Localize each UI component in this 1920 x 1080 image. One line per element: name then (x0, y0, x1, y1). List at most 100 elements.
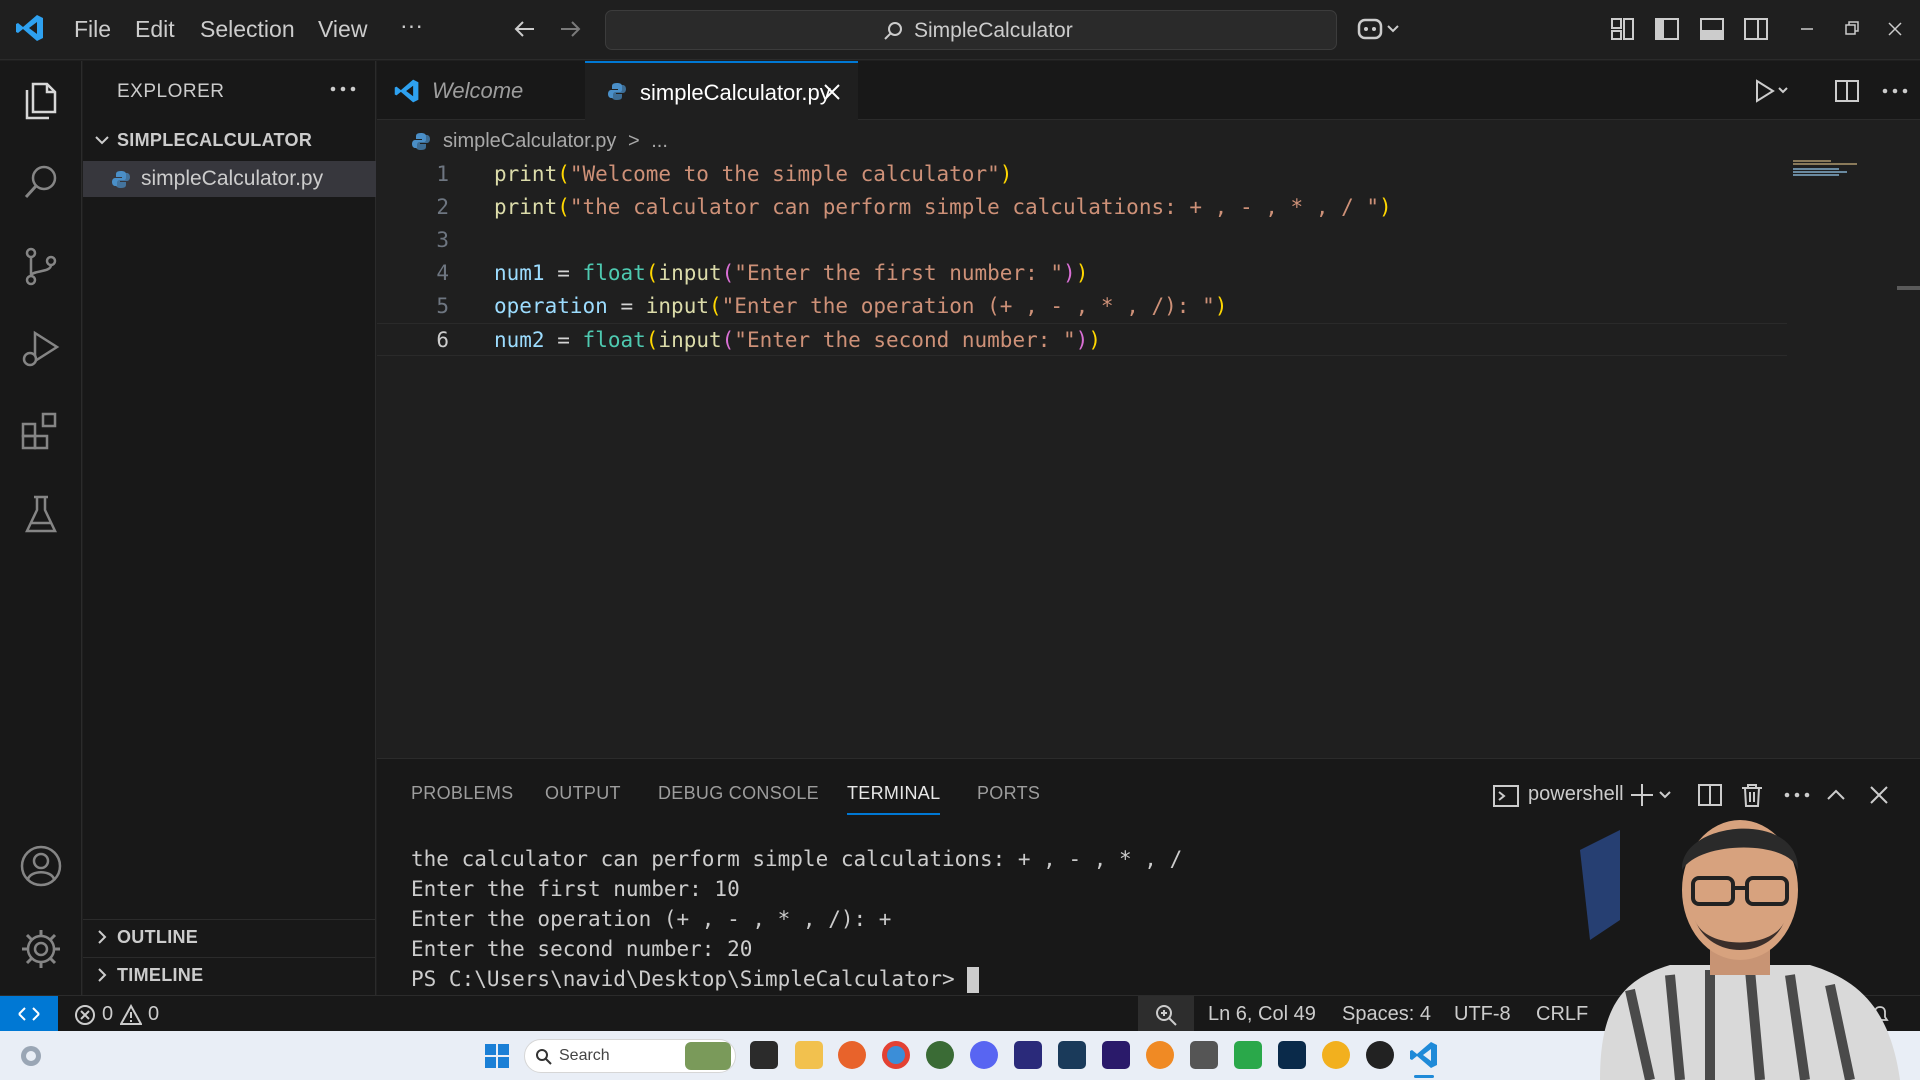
tab-ports[interactable]: PORTS (977, 783, 1040, 804)
restore-icon[interactable] (1836, 14, 1866, 44)
windows-start-icon[interactable] (484, 1043, 510, 1069)
files-icon[interactable] (19, 78, 63, 122)
taskbar-app-discord[interactable] (970, 1041, 998, 1069)
menu-more[interactable]: ··· (400, 12, 423, 39)
chevron-down-icon (95, 136, 109, 145)
menu-selection[interactable]: Selection (200, 16, 295, 43)
code-line[interactable]: 5 operation = input("Enter the operation… (377, 290, 1787, 323)
close-window-icon[interactable] (1880, 14, 1910, 44)
forward-arrow-icon[interactable] (555, 14, 585, 44)
widgets-icon[interactable] (18, 1043, 44, 1069)
activity-bar (0, 61, 82, 995)
toggle-secondary-sidebar-icon[interactable] (1741, 14, 1771, 44)
zoom-icon (1156, 1005, 1177, 1026)
taskbar-app-obs[interactable] (1366, 1041, 1394, 1069)
cursor-position[interactable]: Ln 6, Col 49 (1208, 1003, 1316, 1026)
toggle-sidebar-icon[interactable] (1652, 14, 1682, 44)
taskbar-app-vscode[interactable] (1408, 1039, 1440, 1071)
taskbar-app-emoji[interactable] (1322, 1041, 1350, 1069)
taskbar-app-terminal[interactable] (750, 1041, 778, 1069)
account-icon[interactable] (19, 844, 63, 888)
minimap[interactable] (1791, 158, 1869, 178)
outline-label: OUTLINE (117, 927, 199, 947)
terminal-line: the calculator can perform simple calcul… (411, 847, 1183, 871)
remote-indicator[interactable] (0, 996, 58, 1032)
taskbar-app-file-explorer[interactable] (795, 1041, 823, 1069)
outline-section-header[interactable]: OUTLINE (83, 919, 376, 953)
tab-output[interactable]: OUTPUT (545, 783, 621, 804)
taskbar-app-xbox[interactable] (926, 1041, 954, 1069)
timeline-section-header[interactable]: TIMELINE (83, 957, 376, 991)
extensions-icon[interactable] (19, 410, 63, 454)
terminal-prompt: PS C:\Users\navid\Desktop\SimpleCalculat… (411, 967, 955, 991)
gear-icon[interactable] (19, 927, 63, 971)
customize-layout-icon[interactable] (1608, 14, 1638, 44)
tab-file-label: simpleCalculator.py (640, 80, 831, 105)
back-arrow-icon[interactable] (510, 14, 540, 44)
taskbar-app-premiere[interactable] (1014, 1041, 1042, 1069)
terminal-line: Enter the first number: 10 (411, 877, 740, 901)
breadcrumb-file[interactable]: simpleCalculator.py (443, 130, 616, 152)
tab-simplecalculator[interactable]: simpleCalculator.py (585, 61, 858, 121)
timeline-label: TIMELINE (117, 965, 204, 985)
menu-file[interactable]: File (74, 16, 111, 43)
tab-terminal[interactable]: TERMINAL (847, 783, 941, 815)
chevron-right-icon (98, 930, 107, 944)
taskbar-app-media-encoder[interactable] (1102, 1041, 1130, 1069)
indentation[interactable]: Spaces: 4 (1342, 1003, 1431, 1026)
code-line[interactable]: 3 (377, 224, 1787, 257)
code-line[interactable]: 4 num1 = float(input("Enter the first nu… (377, 257, 1787, 290)
breadcrumb-rest[interactable]: ... (651, 130, 668, 152)
menu-view[interactable]: View (318, 16, 367, 43)
code-editor[interactable]: simpleCalculator.py > ... 1 print("Welco… (377, 120, 1920, 758)
code-line-current[interactable]: 6 num2 = float(input("Enter the second n… (377, 323, 1787, 356)
file-tree-item[interactable]: simpleCalculator.py (83, 161, 376, 197)
source-control-icon[interactable] (19, 244, 63, 288)
line-number: 6 (436, 328, 449, 352)
encoding[interactable]: UTF-8 (1454, 1003, 1511, 1026)
tab-welcome[interactable]: Welcome (377, 61, 584, 120)
menu-edit[interactable]: Edit (135, 16, 175, 43)
taskbar-app-photoshop[interactable] (1278, 1041, 1306, 1069)
taskbar-app-lock[interactable] (1234, 1041, 1262, 1069)
search-icon[interactable] (19, 161, 63, 205)
split-editor-icon[interactable] (1833, 77, 1861, 105)
taskbar-app-audition[interactable] (1058, 1041, 1086, 1069)
testing-icon[interactable] (19, 493, 63, 537)
more-actions-icon[interactable] (323, 77, 363, 101)
code-text: print("Welcome to the simple calculator"… (494, 162, 1013, 186)
taskbar-search[interactable]: Search (524, 1039, 736, 1073)
warning-icon (120, 1004, 142, 1025)
more-actions-icon[interactable] (1879, 77, 1911, 105)
editor-tab-bar: Welcome simpleCalculator.py (377, 61, 1920, 121)
line-number: 3 (436, 228, 449, 252)
explorer-sidebar: EXPLORER SIMPLECALCULATOR simpleCalculat… (83, 61, 376, 995)
terminal-line: Enter the operation (+ , - , * , /): + (411, 907, 892, 931)
error-count: 0 (102, 1003, 114, 1025)
title-bar: File Edit Selection View ··· SimpleCalcu… (0, 0, 1920, 60)
tab-problems[interactable]: PROBLEMS (411, 783, 513, 804)
taskbar-app-chrome[interactable] (882, 1041, 910, 1069)
toggle-panel-icon[interactable] (1697, 14, 1727, 44)
zoom-indicator[interactable] (1138, 996, 1194, 1032)
taskbar-app-blender[interactable] (1146, 1041, 1174, 1069)
command-center[interactable]: SimpleCalculator (605, 10, 1337, 50)
scrollbar-position[interactable] (1897, 286, 1920, 290)
python-file-icon (112, 171, 130, 188)
taskbar-app-calendar[interactable] (1190, 1041, 1218, 1069)
minimize-icon[interactable] (1792, 14, 1822, 44)
problems-indicator[interactable]: 0 0 (72, 996, 172, 1032)
taskbar-search-placeholder: Search (559, 1047, 610, 1064)
terminal-cursor (966, 967, 979, 993)
terminal-prompt-line[interactable]: PS C:\Users\navid\Desktop\SimpleCalculat… (411, 967, 979, 993)
tab-debug-console[interactable]: DEBUG CONSOLE (658, 783, 819, 804)
folder-section-header[interactable]: SIMPLECALCULATOR (83, 123, 376, 157)
close-icon[interactable] (821, 81, 843, 103)
copilot-icon[interactable] (1356, 14, 1402, 44)
run-debug-icon[interactable] (19, 327, 63, 371)
code-line[interactable]: 1 print("Welcome to the simple calculato… (377, 158, 1787, 191)
run-icon[interactable] (1751, 77, 1791, 105)
code-line[interactable]: 2 print("the calculator can perform simp… (377, 191, 1787, 224)
remote-icon (18, 1007, 40, 1021)
taskbar-app-firefox[interactable] (838, 1041, 866, 1069)
